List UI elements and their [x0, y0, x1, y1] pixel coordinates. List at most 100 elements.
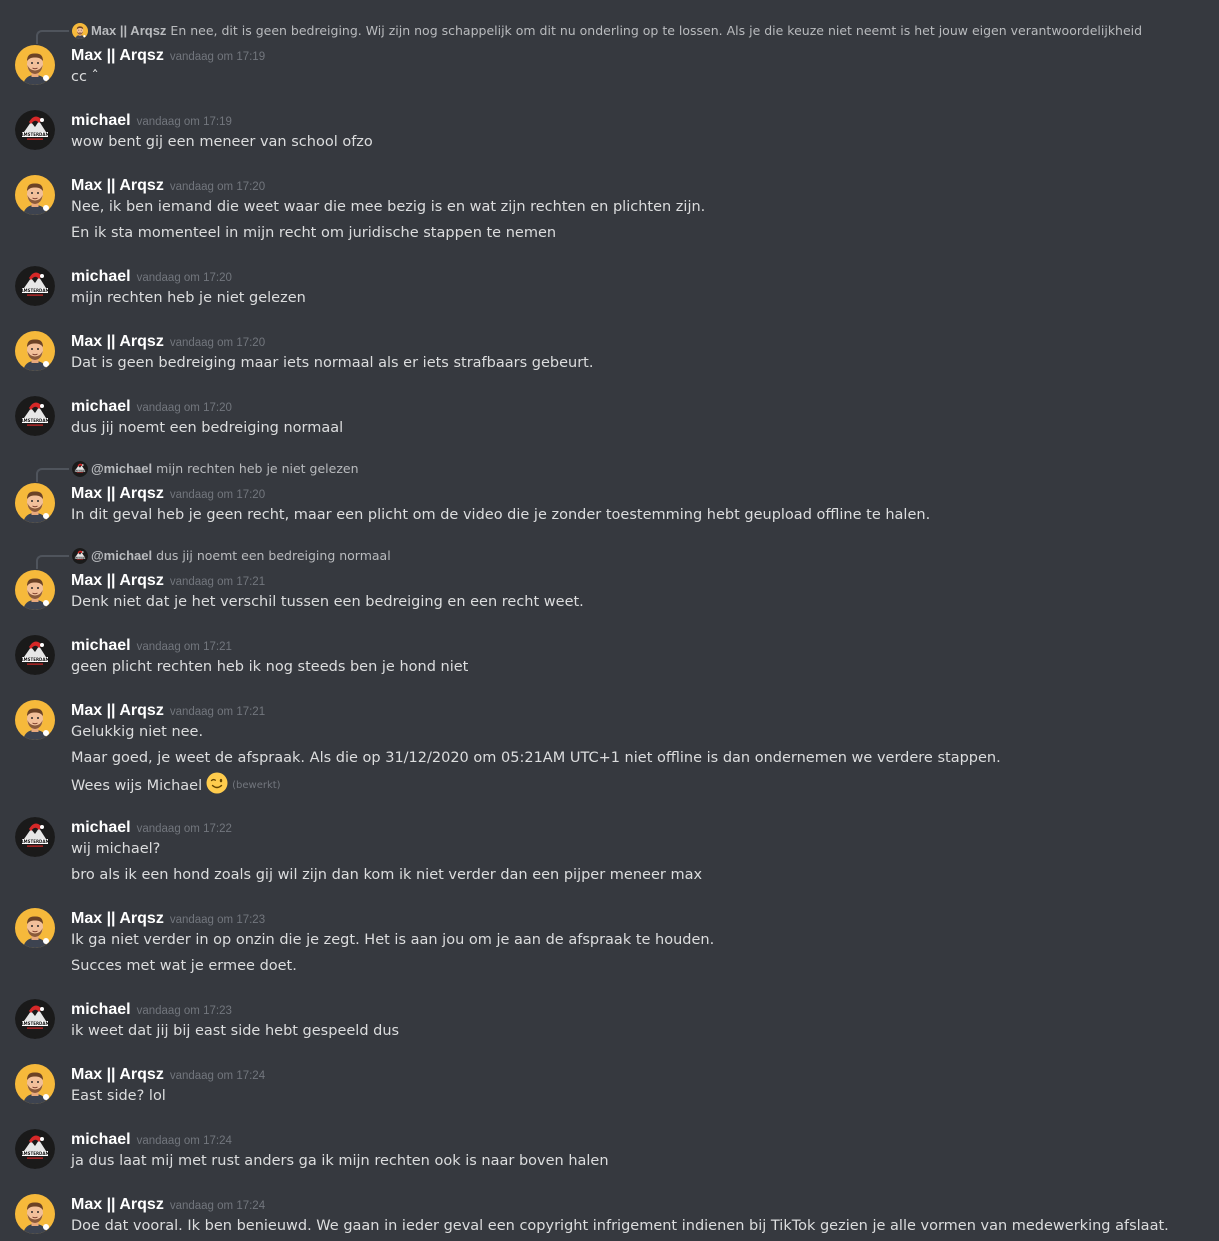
- reply-author[interactable]: @michael: [91, 461, 152, 476]
- amsterdam-logo-avatar-icon[interactable]: AMSTERDAM: [15, 999, 55, 1039]
- author-name[interactable]: Max || Arqsz: [71, 702, 164, 719]
- author-name[interactable]: Max || Arqsz: [71, 47, 164, 64]
- message-text-with-emoji: Wees wijs Michael (bewerkt): [71, 772, 281, 800]
- svg-text:AMSTERDAM: AMSTERDAM: [21, 132, 50, 137]
- reply-content: @michael dus jij noemt een bedreiging no…: [91, 548, 391, 563]
- author-name[interactable]: michael: [71, 112, 131, 129]
- message-header: michael vandaag om 17:22: [71, 817, 232, 837]
- timestamp: vandaag om 17:20: [169, 337, 266, 349]
- cartoon-man-avatar-icon[interactable]: [15, 331, 55, 371]
- timestamp: vandaag om 17:21: [136, 641, 232, 653]
- message-text: cc ˆ: [71, 69, 99, 85]
- edited-label: (bewerkt): [232, 780, 281, 791]
- reply-content: @michael mijn rechten heb je niet geleze…: [91, 461, 359, 476]
- timestamp: vandaag om 17:20: [136, 402, 232, 414]
- author-name[interactable]: michael: [71, 819, 131, 836]
- timestamp: vandaag om 17:19: [169, 51, 266, 63]
- message-text: mijn rechten heb je niet gelezen: [71, 290, 306, 306]
- timestamp: vandaag om 17:21: [169, 706, 266, 718]
- author-name[interactable]: michael: [71, 1131, 131, 1148]
- message-header: michael vandaag om 17:19: [71, 110, 232, 130]
- message-text: In dit geval heb je geen recht, maar een…: [71, 507, 931, 523]
- message-header: Max || Arqsz vandaag om 17:20: [71, 483, 265, 503]
- amsterdam-logo-avatar-icon[interactable]: AMSTERDAM: [15, 396, 55, 436]
- timestamp: vandaag om 17:20: [169, 181, 266, 193]
- message-header: Max || Arqsz vandaag om 17:24: [71, 1064, 265, 1084]
- timestamp: vandaag om 17:24: [169, 1070, 266, 1082]
- message-text: geen plicht rechten heb ik nog steeds be…: [71, 659, 469, 675]
- svg-text:AMSTERDAM: AMSTERDAM: [21, 839, 50, 844]
- cartoon-man-avatar-icon[interactable]: [15, 570, 55, 610]
- message-text: Dat is geen bedreiging maar iets normaal…: [71, 355, 594, 371]
- amsterdam-logo-avatar-icon: AMSTERDAM: [72, 548, 88, 564]
- message-text: Gelukkig niet nee.: [71, 724, 204, 740]
- reply-author[interactable]: Max || Arqsz: [91, 23, 166, 38]
- author-name[interactable]: Max || Arqsz: [71, 177, 164, 194]
- message-header: Max || Arqsz vandaag om 17:19: [71, 45, 265, 65]
- message-text: Succes met wat je ermee doet.: [71, 958, 297, 974]
- cartoon-man-avatar-icon[interactable]: [15, 908, 55, 948]
- reply-author[interactable]: @michael: [91, 548, 152, 563]
- message-text: ik weet dat jij bij east side hebt gespe…: [71, 1023, 400, 1039]
- amsterdam-logo-avatar-icon[interactable]: AMSTERDAM: [15, 817, 55, 857]
- message-header: michael vandaag om 17:24: [71, 1129, 232, 1149]
- timestamp: vandaag om 17:20: [136, 272, 232, 284]
- author-name[interactable]: Max || Arqsz: [71, 572, 164, 589]
- message-text: bro als ik een hond zoals gij wil zijn d…: [71, 867, 703, 883]
- timestamp: vandaag om 17:23: [169, 914, 266, 926]
- reply-spine: [36, 468, 69, 482]
- amsterdam-logo-avatar-icon[interactable]: AMSTERDAM: [15, 266, 55, 306]
- chat-message-list[interactable]: Max || Arqsz En nee, dit is geen bedreig…: [0, 0, 1219, 1241]
- message-header: michael vandaag om 17:21: [71, 635, 232, 655]
- message-text: wij michael?: [71, 841, 161, 857]
- timestamp: vandaag om 17:23: [136, 1005, 232, 1017]
- message-text: Ik ga niet verder in op onzin die je zeg…: [71, 932, 715, 948]
- message-text: En ik sta momenteel in mijn recht om jur…: [71, 225, 557, 241]
- svg-text:AMSTERDAM: AMSTERDAM: [21, 418, 50, 423]
- amsterdam-logo-avatar-icon[interactable]: AMSTERDAM: [15, 110, 55, 150]
- cartoon-man-avatar-icon[interactable]: [15, 1194, 55, 1234]
- message-text: Maar goed, je weet de afspraak. Als die …: [71, 750, 1001, 766]
- reply-excerpt: dus jij noemt een bedreiging normaal: [156, 548, 391, 563]
- message-text: Nee, ik ben iemand die weet waar die mee…: [71, 199, 706, 215]
- svg-text:AMSTERDAM: AMSTERDAM: [21, 657, 50, 662]
- timestamp: vandaag om 17:24: [169, 1200, 266, 1212]
- message-text: ja dus laat mij met rust anders ga ik mi…: [71, 1153, 609, 1169]
- svg-text:AMSTERDAM: AMSTERDAM: [21, 1021, 50, 1026]
- message-header: Max || Arqsz vandaag om 17:20: [71, 175, 265, 195]
- reply-content: Max || Arqsz En nee, dit is geen bedreig…: [91, 23, 1142, 38]
- message-header: Max || Arqsz vandaag om 17:21: [71, 570, 265, 590]
- author-name[interactable]: michael: [71, 637, 131, 654]
- author-name[interactable]: Max || Arqsz: [71, 1066, 164, 1083]
- message-text: East side? lol: [71, 1088, 166, 1104]
- cartoon-man-avatar-icon[interactable]: [15, 1064, 55, 1104]
- reply-spine: [36, 30, 69, 44]
- author-name[interactable]: Max || Arqsz: [71, 910, 164, 927]
- cartoon-man-avatar-icon: [72, 23, 88, 39]
- winking-face-emoji-icon[interactable]: [206, 772, 228, 800]
- amsterdam-logo-avatar-icon[interactable]: AMSTERDAM: [15, 635, 55, 675]
- reply-excerpt: En nee, dit is geen bedreiging. Wij zijn…: [170, 23, 1143, 38]
- message-text: dus jij noemt een bedreiging normaal: [71, 420, 344, 436]
- svg-text:AMSTERDAM: AMSTERDAM: [21, 288, 50, 293]
- cartoon-man-avatar-icon[interactable]: [15, 483, 55, 523]
- timestamp: vandaag om 17:21: [169, 576, 266, 588]
- cartoon-man-avatar-icon[interactable]: [15, 45, 55, 85]
- amsterdam-logo-avatar-icon[interactable]: AMSTERDAM: [15, 1129, 55, 1169]
- message-header: Max || Arqsz vandaag om 17:21: [71, 700, 265, 720]
- cartoon-man-avatar-icon[interactable]: [15, 700, 55, 740]
- message-text: Denk niet dat je het verschil tussen een…: [71, 594, 584, 610]
- author-name[interactable]: michael: [71, 268, 131, 285]
- message-header: michael vandaag om 17:23: [71, 999, 232, 1019]
- author-name[interactable]: Max || Arqsz: [71, 333, 164, 350]
- amsterdam-logo-avatar-icon: AMSTERDAM: [72, 461, 88, 477]
- message-header: Max || Arqsz vandaag om 17:20: [71, 331, 265, 351]
- timestamp: vandaag om 17:24: [136, 1135, 232, 1147]
- author-name[interactable]: michael: [71, 398, 131, 415]
- author-name[interactable]: michael: [71, 1001, 131, 1018]
- reply-spine: [36, 555, 69, 569]
- author-name[interactable]: Max || Arqsz: [71, 485, 164, 502]
- cartoon-man-avatar-icon[interactable]: [15, 175, 55, 215]
- author-name[interactable]: Max || Arqsz: [71, 1196, 164, 1213]
- message-text: Doe dat vooral. Ik ben benieuwd. We gaan…: [71, 1218, 1169, 1234]
